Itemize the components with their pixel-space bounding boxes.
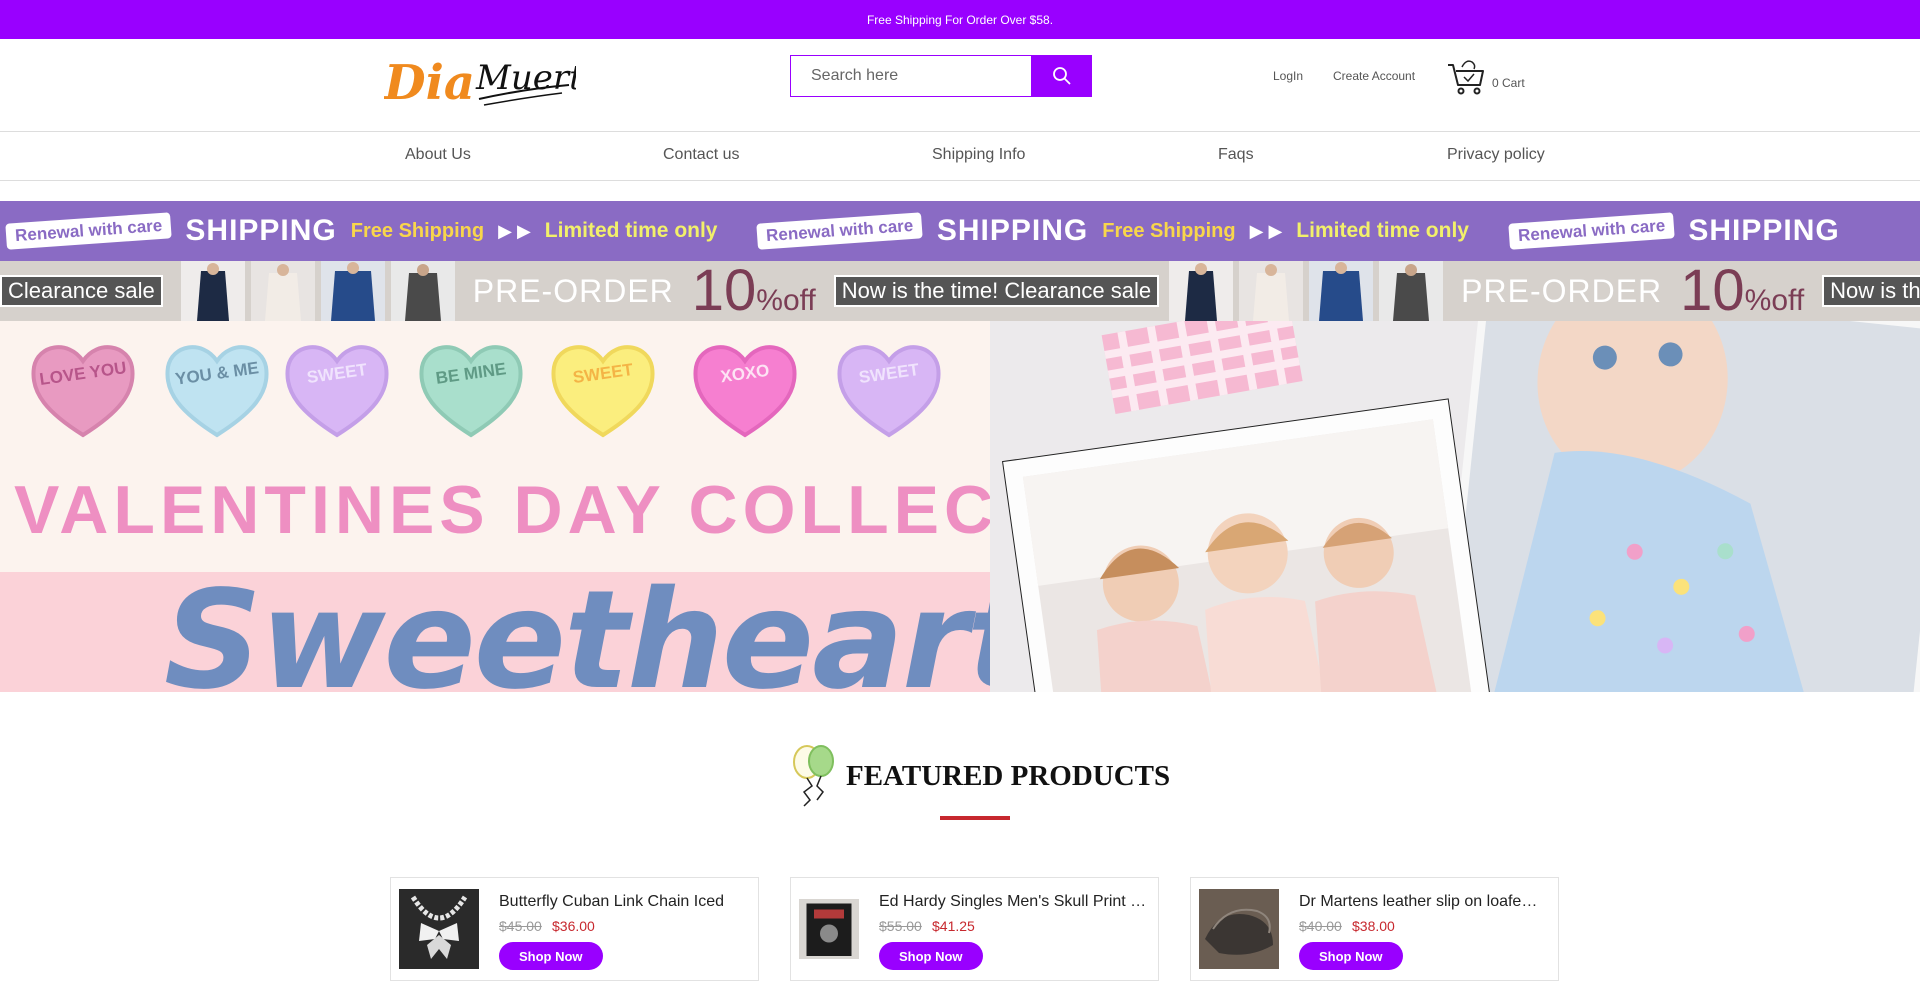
clothing-photo — [390, 261, 455, 321]
discount-number: 10 — [691, 261, 757, 321]
product-title[interactable]: Dr Martens leather slip on loafers 12 — [1299, 893, 1541, 911]
shop-now-button[interactable]: Shop Now — [499, 942, 603, 970]
shipping-text: SHIPPING — [1688, 214, 1840, 247]
shop-now-button[interactable]: Shop Now — [1299, 942, 1403, 970]
candy-heart: SWEET — [548, 335, 658, 440]
limited-time-text: Limited time only — [544, 219, 718, 242]
announcement-text: Free Shipping For Order Over $58. — [866, 12, 1054, 27]
candy-heart: XOXO — [690, 335, 800, 440]
create-account-link[interactable]: Create Account — [1333, 69, 1415, 83]
discount-number: 10 — [1680, 261, 1745, 321]
candy-heart: SWEET — [834, 335, 944, 440]
product-title[interactable]: Ed Hardy Singles Men's Skull Print Boxer — [879, 893, 1151, 911]
product-image[interactable] — [1199, 889, 1279, 969]
promo-strip-shipping[interactable]: Renewal with care SHIPPING Free Shipping… — [0, 201, 1920, 261]
login-link[interactable]: LogIn — [1273, 69, 1303, 83]
clothing-photo — [250, 261, 315, 321]
limited-time-text: Limited time only — [1296, 219, 1469, 242]
candy-heart: LOVE YOU — [28, 335, 138, 440]
candy-heart: YOU & ME — [162, 335, 272, 440]
renewal-badge: Renewal with care — [1508, 212, 1676, 250]
product-image[interactable] — [799, 889, 859, 969]
collection-heading: VALENTINES DAY COLLECTION — [14, 472, 1181, 548]
product-title[interactable]: Butterfly Cuban Link Chain Iced — [499, 893, 751, 911]
product-old-price: $40.00 — [1299, 918, 1342, 934]
cart-button[interactable]: 0 Cart — [1446, 57, 1525, 97]
nav-faqs[interactable]: Faqs — [1218, 146, 1254, 164]
discount-off: %off — [756, 284, 816, 317]
shop-now-button[interactable]: Shop Now — [879, 942, 983, 970]
product-old-price: $45.00 — [499, 918, 542, 934]
nav-shipping-info[interactable]: Shipping Info — [932, 146, 1025, 164]
promo-strip-clearance[interactable]: Clearance sale PRE-ORDER 10%off Now is t… — [0, 261, 1920, 321]
candy-heart: BE MINE — [416, 335, 526, 440]
site-logo[interactable]: Dia Muertos — [382, 49, 621, 111]
product-price: $36.00 — [552, 918, 595, 934]
promo-shipping-group: Renewal with care SHIPPING Free Shipping… — [756, 212, 1508, 250]
balloons-icon — [793, 745, 834, 807]
free-shipping-text: Free Shipping — [350, 219, 485, 242]
site-header: Dia Muertos LogIn Create Account 0 Cart — [0, 39, 1920, 131]
search-bar — [790, 55, 1092, 97]
product-card[interactable]: Butterfly Cuban Link Chain Iced $45.00 $… — [390, 877, 759, 981]
free-shipping-text: Free Shipping — [1102, 219, 1236, 242]
preorder-text: PRE-ORDER — [1461, 272, 1663, 309]
clothing-photo — [320, 261, 385, 321]
hero-photo — [990, 321, 1920, 692]
search-icon — [1052, 67, 1071, 85]
candy-heart: SWEET — [282, 335, 392, 440]
preorder-text: PRE-ORDER — [472, 272, 674, 309]
announcement-bar: Free Shipping For Order Over $58. — [0, 0, 1920, 39]
search-button[interactable] — [1031, 55, 1092, 97]
featured-heading: FEATURED PRODUCTS — [790, 744, 1170, 808]
product-card[interactable]: Ed Hardy Singles Men's Skull Print Boxer… — [790, 877, 1159, 981]
featured-underline — [940, 816, 1010, 820]
renewal-badge: Renewal with care — [5, 212, 173, 250]
product-image[interactable] — [399, 889, 479, 969]
product-price: $38.00 — [1352, 918, 1395, 934]
promo-clearance-group: Clearance sale PRE-ORDER 10%off Now is t… — [0, 261, 1169, 321]
promo-clearance-group: PRE-ORDER 10%off Now is the time! Cleara… — [1169, 261, 1920, 321]
main-nav: About Us Contact us Shipping Info Faqs P… — [0, 131, 1920, 181]
product-old-price: $55.00 — [879, 918, 922, 934]
clothing-photo — [1169, 261, 1234, 321]
now-clearance-badge: Now is the time! Clearance sale — [1822, 275, 1920, 307]
svg-text:Muertos: Muertos — [475, 58, 576, 98]
hero-banner[interactable]: LOVE YOU YOU & ME SWEET BE MINE SWEET XO… — [0, 321, 1920, 692]
clothing-photo — [180, 261, 245, 321]
product-card[interactable]: Dr Martens leather slip on loafers 12 $4… — [1190, 877, 1559, 981]
search-input[interactable] — [790, 55, 1031, 97]
shipping-text: SHIPPING — [936, 214, 1089, 247]
discount-off: %off — [1744, 284, 1805, 317]
renewal-badge: Renewal with care — [756, 212, 924, 250]
play-arrows-icon: ▶ ▶ — [1249, 220, 1283, 241]
clothing-photos — [180, 261, 455, 321]
featured-title: FEATURED PRODUCTS — [846, 759, 1171, 792]
promo-shipping-group: Renewal with care SHIPPING — [1508, 212, 1880, 250]
cart-icon — [1448, 60, 1484, 95]
shipping-text: SHIPPING — [185, 214, 337, 247]
clothing-photo — [1379, 261, 1444, 321]
play-arrows-icon: ▶ ▶ — [498, 220, 531, 241]
sweetheart-script: Sweetheart — [164, 562, 1032, 692]
svg-text:Dia: Dia — [384, 55, 475, 111]
clothing-photos — [1169, 261, 1444, 321]
nav-privacy-policy[interactable]: Privacy policy — [1447, 146, 1545, 164]
product-price: $41.25 — [932, 918, 975, 934]
nav-contact-us[interactable]: Contact us — [663, 146, 739, 164]
hero-photo-collage — [990, 321, 1920, 692]
nav-about-us[interactable]: About Us — [405, 146, 471, 164]
promo-shipping-group: Renewal with care SHIPPING Free Shipping… — [5, 212, 757, 250]
hero-left-panel: LOVE YOU YOU & ME SWEET BE MINE SWEET XO… — [0, 321, 1176, 692]
clothing-photo — [1239, 261, 1304, 321]
cart-count: 0 Cart — [1492, 76, 1525, 90]
now-clearance-badge: Now is the time! Clearance sale — [833, 275, 1160, 307]
clearance-badge: Clearance sale — [0, 275, 163, 307]
clothing-photo — [1309, 261, 1374, 321]
